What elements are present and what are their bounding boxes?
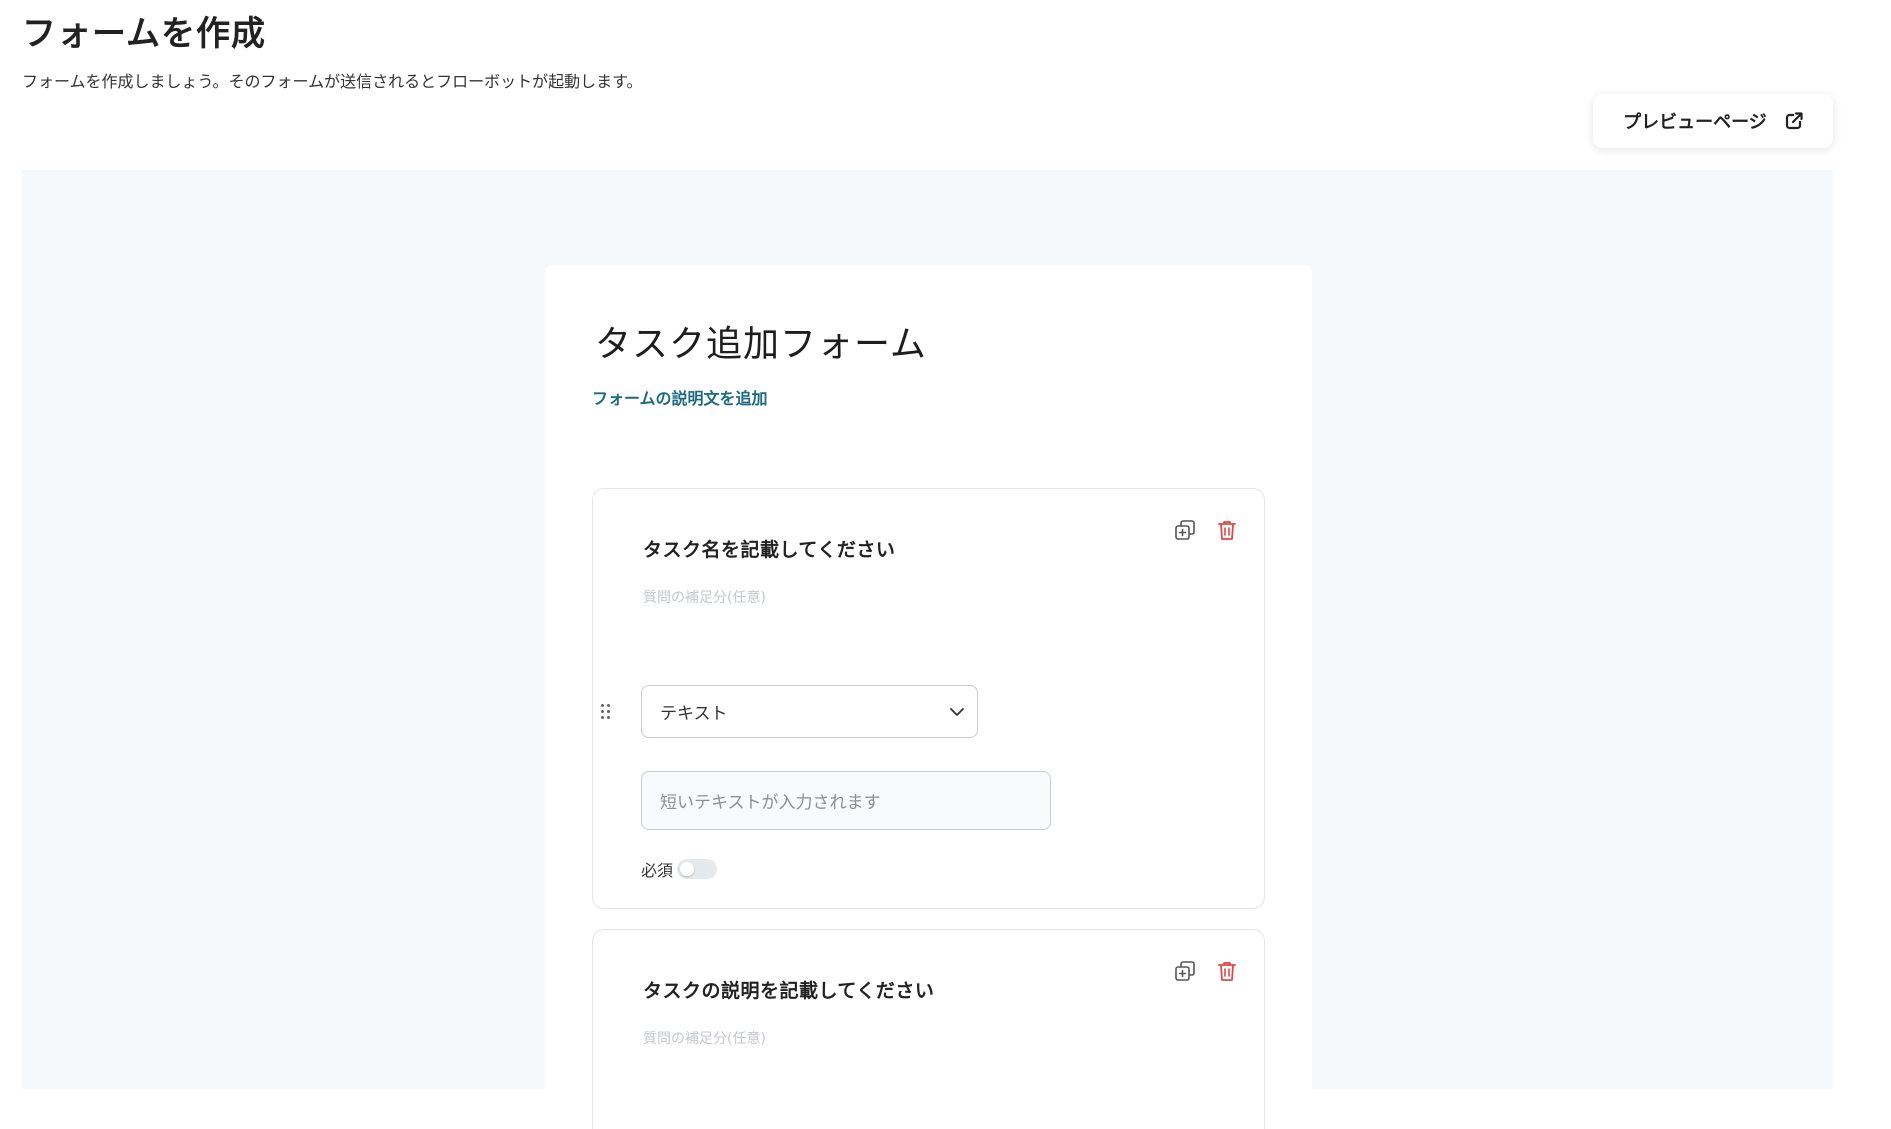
required-label: 必須 (641, 861, 674, 880)
required-toggle[interactable] (677, 859, 718, 879)
question-type-value: テキスト (660, 704, 728, 724)
answer-placeholder: 短いテキストが入力されます (660, 793, 881, 813)
chevron-down-icon (950, 708, 964, 716)
preview-button-label: プレビューページ (1623, 112, 1767, 133)
page-title: フォームを作成 (22, 14, 266, 54)
add-description-link[interactable]: フォームの説明文を追加 (592, 385, 768, 409)
answer-preview-field: 短いテキストが入力されます (641, 771, 1051, 830)
question-actions (1174, 960, 1238, 982)
question-type-select[interactable]: テキスト (641, 685, 978, 738)
preview-page-button[interactable]: プレビューページ (1593, 94, 1833, 148)
required-row: 必須 (641, 857, 718, 881)
page-subtitle: フォームを作成しましょう。そのフォームが送信されるとフローボットが起動します。 (22, 72, 643, 91)
question-actions (1174, 519, 1238, 541)
question-card[interactable]: タスク名を記載してください 質問の補足分(任意) テキスト 短いテキストが入力さ… (592, 488, 1265, 909)
duplicate-icon[interactable] (1174, 519, 1196, 541)
duplicate-icon[interactable] (1174, 960, 1196, 982)
trash-icon[interactable] (1216, 519, 1238, 541)
toggle-knob (680, 862, 695, 876)
drag-handle-icon[interactable] (601, 704, 611, 720)
external-link-icon (1785, 112, 1803, 130)
question-title[interactable]: タスク名を記載してください (643, 535, 895, 562)
question-hint[interactable]: 質問の補足分(任意) (643, 587, 766, 607)
question-card[interactable]: タスクの説明を記載してください 質問の補足分(任意) (592, 929, 1265, 1129)
question-title[interactable]: タスクの説明を記載してください (643, 976, 934, 1003)
trash-icon[interactable] (1216, 960, 1238, 982)
form-title[interactable]: タスク追加フォーム (595, 315, 927, 367)
question-hint[interactable]: 質問の補足分(任意) (643, 1028, 766, 1048)
form-card: タスク追加フォーム フォームの説明文を追加 タスク名を記載してください 質問の補… (545, 265, 1312, 1129)
